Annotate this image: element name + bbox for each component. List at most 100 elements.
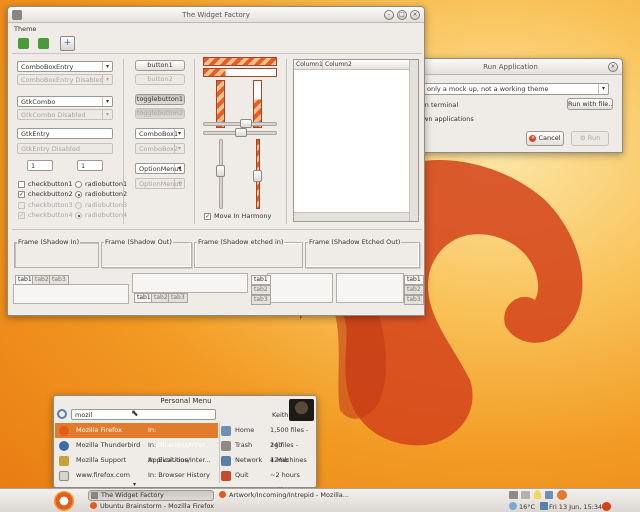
app-icon — [12, 10, 22, 20]
notebook-right — [336, 273, 404, 303]
column-header-2[interactable]: Column2 — [323, 60, 409, 70]
power-icon[interactable] — [602, 502, 611, 511]
comboboxentry-disabled: ComboBoxEntry Disabled ▾ — [17, 74, 113, 85]
web-page-icon — [59, 471, 69, 481]
hscale-2-thumb[interactable] — [235, 128, 247, 137]
radiobutton1-label: radiobutton1 — [85, 180, 128, 188]
horizontal-scrollbar[interactable] — [294, 212, 409, 221]
hscale-1-thumb[interactable] — [240, 119, 252, 128]
chevron-down-icon[interactable]: ▾ — [598, 84, 608, 94]
optionmenu1[interactable]: OptionMenu1 ▾ — [135, 163, 185, 174]
tab3[interactable]: tab3 — [49, 275, 69, 285]
run-with-file-button[interactable]: Run with file... — [567, 98, 613, 110]
trash-icon — [221, 441, 231, 451]
result-row[interactable]: Mozilla Support In: Evolution — [55, 453, 218, 468]
chevron-down-icon[interactable]: ▾ — [102, 97, 112, 106]
column-header-1[interactable]: Column1 — [294, 60, 323, 70]
chevron-down-icon[interactable]: ▾ — [174, 129, 184, 138]
notebook-left — [267, 273, 333, 303]
move-in-harmony-checkbox[interactable]: ✓ — [204, 213, 211, 220]
place-row[interactable]: Quit ~2 hours uptime — [221, 468, 316, 494]
cancel-button[interactable]: × Cancel — [526, 131, 564, 146]
vscale-1-thumb[interactable] — [216, 165, 225, 177]
updates-tray-icon[interactable] — [557, 490, 567, 500]
column-separator — [123, 59, 124, 224]
lightbulb-tray-icon[interactable] — [534, 490, 541, 499]
add-icon[interactable]: + — [60, 36, 75, 51]
close-icon[interactable]: × — [410, 10, 420, 20]
button1[interactable]: button1 — [135, 60, 185, 71]
frame-shadow-in: Frame (Shadow In) — [14, 238, 99, 268]
togglebutton2: togglebutton2 — [135, 108, 185, 119]
tree-view[interactable]: Column1 Column2 — [293, 59, 419, 222]
checkbutton2[interactable]: ✓ — [18, 191, 25, 198]
comboboxentry[interactable]: ComboBoxEntry ▾ — [17, 61, 113, 72]
radiobutton1[interactable] — [75, 181, 82, 188]
network-icon — [221, 456, 231, 466]
chevron-down-icon[interactable]: ▾ — [133, 481, 136, 488]
command-combo[interactable]: only a mock up, not a working theme ▾ — [423, 83, 609, 95]
avatar — [289, 399, 314, 421]
forward-icon[interactable] — [38, 38, 49, 49]
tab2[interactable]: tab2 — [404, 285, 424, 295]
gtkcombo[interactable]: GtkCombo ▾ — [17, 96, 113, 107]
minimize-icon[interactable]: – — [384, 10, 394, 20]
frame-shadow-etched-out: Frame (Shadow Etched Out) — [305, 238, 420, 268]
vscale-2-thumb[interactable] — [253, 170, 262, 182]
place-row[interactable]: Network 4 Machines — [221, 453, 316, 468]
close-icon[interactable]: × — [608, 62, 618, 72]
network-tray-icon[interactable] — [509, 491, 518, 499]
ubuntu-logo-icon[interactable] — [54, 491, 74, 511]
place-row[interactable]: Trash 14 files - 12mb — [221, 438, 316, 464]
combobox1[interactable]: ComboBox1 ▾ — [135, 128, 185, 139]
volume-tray-icon[interactable] — [545, 491, 553, 499]
maximize-icon[interactable]: □ — [397, 10, 407, 20]
taskbar: The Widget Factory Artwork/Incoming/Intr… — [0, 488, 640, 512]
place-row[interactable]: Home 1,500 files - 2gb — [221, 423, 316, 449]
in-terminal-label: in terminal — [423, 101, 459, 109]
gtkentry-disabled: GtkEntry Disabled — [17, 143, 113, 154]
calendar-icon — [540, 502, 548, 510]
checkbutton1[interactable] — [18, 181, 25, 188]
printer-tray-icon[interactable] — [521, 491, 530, 499]
radiobutton2[interactable] — [75, 191, 82, 198]
result-name: Mozilla Firefox — [76, 426, 122, 434]
place-name: Quit — [235, 471, 249, 479]
chevron-down-icon[interactable]: ▾ — [174, 164, 184, 173]
combo-label: ComboBoxEntry — [21, 63, 74, 71]
back-icon[interactable] — [18, 38, 29, 49]
menu-theme[interactable]: Theme — [14, 25, 36, 33]
move-in-harmony-label: Move In Harmony — [214, 212, 272, 220]
task-widget-factory[interactable]: The Widget Factory — [88, 490, 214, 501]
tab3[interactable]: tab3 — [168, 293, 188, 303]
gear-icon: ⚙ — [579, 134, 586, 142]
togglebutton1[interactable]: togglebutton1 — [135, 94, 185, 105]
gtkentry[interactable]: GtkEntry — [17, 128, 113, 139]
tab1[interactable]: tab1 — [251, 275, 271, 285]
tab1[interactable]: tab1 — [404, 275, 424, 285]
result-row[interactable]: www.firefox.com In: Browser History — [55, 468, 218, 483]
menu-separator — [219, 423, 220, 483]
spinbutton-2[interactable]: 1 — [77, 160, 103, 171]
result-row[interactable]: Mozilla Thunderbird In: Applications/Int… — [55, 438, 218, 464]
task-firefox-brainstorm[interactable]: Ubuntu Brainstorm - Mozilla Firefox — [88, 501, 238, 512]
chevron-down-icon[interactable]: ▾ — [102, 62, 112, 71]
combo-label: GtkCombo Disabled — [21, 111, 86, 119]
result-name: www.firefox.com — [76, 471, 130, 479]
task-label: Ubuntu Brainstorm - Mozilla Firefox — [100, 502, 215, 510]
task-firefox-artwork[interactable]: Artwork/Incoming/Intrepid - Mozilla... — [217, 490, 367, 501]
result-location: In: Browser History — [148, 471, 210, 479]
tab3[interactable]: tab3 — [404, 295, 424, 305]
result-row[interactable]: Mozilla Firefox In: Applications/Inter..… — [55, 423, 218, 449]
vertical-scrollbar[interactable] — [409, 60, 418, 221]
tab2[interactable]: tab2 — [251, 285, 271, 295]
quit-icon — [221, 471, 231, 481]
chevron-down-icon: ▾ — [174, 144, 184, 153]
spinbutton-1[interactable]: 1 — [27, 160, 53, 171]
firefox-icon — [219, 491, 226, 498]
tab3[interactable]: tab3 — [251, 295, 271, 305]
search-input[interactable]: mozil — [71, 409, 216, 420]
widget-factory-window: The Widget Factory – □ × Theme + ComboBo… — [7, 6, 425, 316]
clock[interactable]: Fri 13 Jun, 15:34 — [549, 503, 602, 511]
run-button[interactable]: ⚙ Run — [571, 131, 609, 146]
